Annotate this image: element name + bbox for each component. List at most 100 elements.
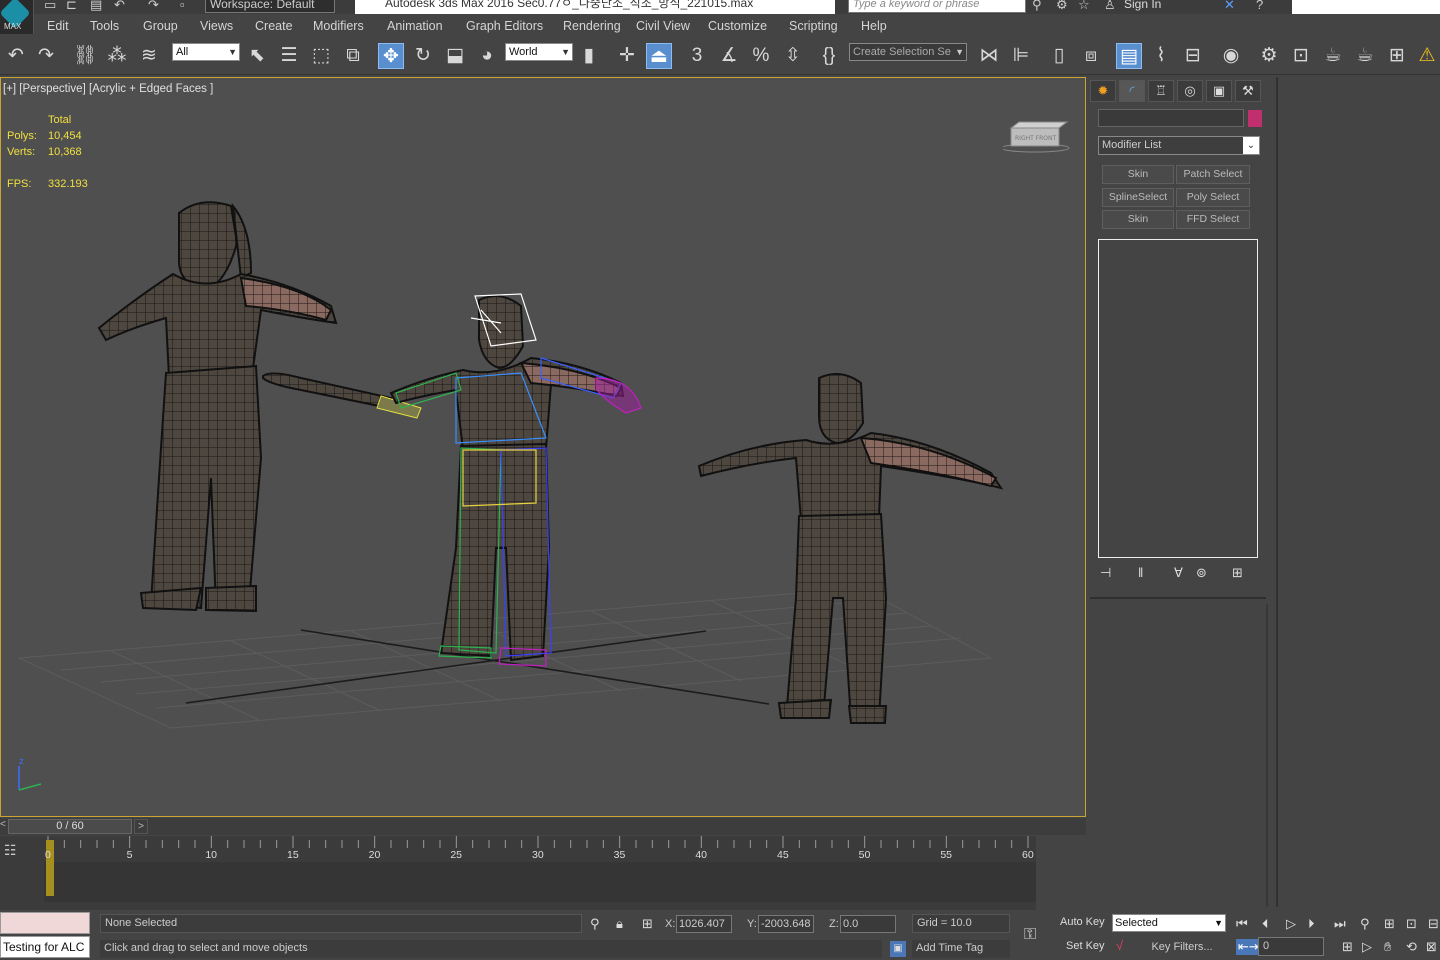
scene-explorer-icon[interactable]: ⧈	[1078, 43, 1104, 69]
undo-icon[interactable]: ↶	[3, 43, 29, 69]
zoom-extents-icon[interactable]: ⊡	[1406, 916, 1417, 932]
configure-modifier-sets-icon[interactable]: ⊞	[1232, 565, 1243, 581]
pivot-center-icon[interactable]: ▮	[576, 43, 602, 69]
open-file-icon[interactable]: ⊏	[66, 0, 77, 13]
keyword-search-input[interactable]: Type a keyword or phrase	[848, 0, 1026, 13]
search-binoculars-icon[interactable]: ⚲	[1032, 0, 1042, 13]
selection-lock-icon[interactable]: 🔒︎	[616, 916, 623, 932]
select-by-name-icon[interactable]: ☰	[276, 43, 302, 69]
make-unique-icon[interactable]: ∀	[1174, 565, 1183, 581]
material-editor-icon[interactable]: ◉	[1218, 43, 1244, 69]
menu-create[interactable]: Create	[255, 19, 293, 33]
user-icon[interactable]: ♙	[1104, 0, 1116, 13]
rect-selection-region-icon[interactable]: ⬚	[308, 43, 334, 69]
warning-icon[interactable]: ⚠	[1414, 43, 1440, 69]
app-menu-button[interactable]: MAX	[0, 0, 34, 34]
time-configuration-icon[interactable]: ⊞	[1342, 939, 1353, 955]
mini-curve-editor-icon[interactable]: ☷	[4, 842, 17, 859]
menu-scripting[interactable]: Scripting	[789, 19, 838, 33]
menu-modifiers[interactable]: Modifiers	[313, 19, 364, 33]
absolute-mode-icon[interactable]: ⊞	[642, 916, 653, 932]
auto-key-button[interactable]: Auto Key	[1060, 916, 1105, 928]
unlink-icon[interactable]: ⁂	[104, 43, 130, 69]
show-end-result-icon[interactable]: ‖	[1138, 565, 1143, 580]
project-folder-icon[interactable]: ▫	[180, 0, 185, 12]
add-time-tag-button[interactable]: Add Time Tag	[912, 940, 1010, 958]
bind-space-warp-icon[interactable]: ≋	[136, 43, 162, 69]
tab-hierarchy[interactable]: ♖	[1148, 80, 1174, 102]
track-bar[interactable]: ☷ 0 5 10 15 20 25 30 35 40 45 50 55 60	[0, 836, 1036, 910]
new-file-icon[interactable]: ▭	[44, 0, 56, 13]
default-in-out-tangent-icon[interactable]: √	[1116, 938, 1123, 953]
orbit-icon[interactable]: ⟲	[1406, 939, 1417, 955]
z-coord-field[interactable]: 0.0	[840, 915, 896, 933]
named-selection-dropdown[interactable]: Create Selection Se ▼	[849, 43, 967, 61]
modifier-stack-list[interactable]	[1098, 239, 1258, 558]
select-and-scale-icon[interactable]: ⬓	[442, 43, 468, 69]
window-crossing-icon[interactable]: ⧉	[340, 43, 366, 69]
ribbon-toggle-icon[interactable]: ▤	[1116, 43, 1142, 69]
render-setup-icon[interactable]: ⚙	[1256, 43, 1282, 69]
tab-modify[interactable]: ◜	[1119, 80, 1145, 102]
menu-edit[interactable]: Edit	[47, 19, 69, 33]
modifier-poly-select-button[interactable]: Poly Select	[1176, 188, 1250, 207]
tab-motion[interactable]: ◎	[1177, 80, 1203, 102]
pan-view-hand-icon[interactable]: ✋︎	[1384, 939, 1391, 955]
isolate-selection-icon[interactable]: ⚲	[590, 916, 600, 932]
adaptive-degradation-icon[interactable]: ▣	[890, 941, 906, 957]
time-slider[interactable]: < 0 / 60 >	[0, 818, 1086, 835]
maxscript-listener-output[interactable]: Testing for ALC	[0, 936, 90, 958]
angle-snap-icon[interactable]: ∡	[716, 43, 742, 69]
undo-quick-icon[interactable]: ↶	[114, 0, 125, 13]
field-of-view-icon[interactable]: ▷	[1362, 939, 1372, 955]
y-coord-field[interactable]: -2003.648	[758, 915, 814, 933]
percent-snap-icon[interactable]: %	[748, 43, 774, 69]
reference-coordinate-dropdown[interactable]: World ▼	[505, 43, 573, 61]
menu-tools[interactable]: Tools	[90, 19, 119, 33]
modifier-skin-button[interactable]: Skin	[1102, 165, 1174, 184]
sign-in-button[interactable]: Sign In	[1124, 0, 1161, 11]
exchange-icon[interactable]: ✕	[1224, 0, 1235, 13]
edit-named-selection-icon[interactable]: {}	[816, 43, 842, 69]
select-object-icon[interactable]: ⬉	[244, 43, 270, 69]
schematic-view-icon[interactable]: ⊟	[1180, 43, 1206, 69]
tab-display[interactable]: ▣	[1206, 80, 1232, 102]
set-key-button[interactable]: Set Key	[1066, 940, 1105, 952]
perspective-viewport[interactable]: [+] [Perspective] [Acrylic + Edged Faces…	[0, 77, 1086, 817]
layer-manager-icon[interactable]: ▯	[1046, 43, 1072, 69]
save-file-icon[interactable]: ▤	[90, 0, 102, 13]
redo-icon[interactable]: ↷	[33, 43, 59, 69]
mirror-icon[interactable]: ⋈	[976, 43, 1002, 69]
selection-filter-dropdown[interactable]: All ▼	[172, 43, 240, 61]
remove-modifier-icon[interactable]: ⊚	[1196, 565, 1207, 581]
time-prev-button[interactable]: <	[0, 819, 6, 830]
viewcube[interactable]: RIGHT FRONT	[1000, 118, 1070, 154]
select-and-move-icon[interactable]: ✥	[378, 43, 404, 69]
current-frame-field[interactable]: 0	[1258, 937, 1324, 956]
menu-graph-editors[interactable]: Graph Editors	[466, 19, 543, 33]
subscription-icon[interactable]: ⚙	[1056, 0, 1068, 13]
play-icon[interactable]: ▷	[1286, 916, 1296, 932]
menu-views[interactable]: Views	[200, 19, 233, 33]
curve-editor-icon[interactable]: ⌇	[1148, 43, 1174, 69]
zoom-icon[interactable]: ⚲	[1360, 916, 1370, 932]
select-manipulate-icon[interactable]: ✛	[614, 43, 640, 69]
redo-quick-icon[interactable]: ↷	[148, 0, 159, 13]
render-in-cloud-icon[interactable]: ⊞	[1384, 43, 1410, 69]
modifier-splineselect-button[interactable]: SplineSelect	[1102, 188, 1174, 207]
menu-customize[interactable]: Customize	[708, 19, 767, 33]
link-icon[interactable]: ⛓	[72, 43, 98, 69]
menu-animation[interactable]: Animation	[387, 19, 443, 33]
menu-civil-view[interactable]: Civil View	[636, 19, 690, 33]
render-production-icon[interactable]: ☕	[1320, 43, 1346, 69]
modifier-skin-button-2[interactable]: Skin	[1102, 210, 1174, 229]
rendered-frame-window-icon[interactable]: ⊡	[1288, 43, 1314, 69]
render-iterative-icon[interactable]: ☕	[1352, 43, 1378, 69]
maximize-viewport-icon[interactable]: ⊠	[1426, 939, 1437, 955]
object-name-field[interactable]	[1098, 109, 1244, 127]
snaps-toggle-icon[interactable]: 3	[684, 43, 710, 69]
menu-group[interactable]: Group	[143, 19, 178, 33]
object-color-swatch[interactable]	[1248, 110, 1262, 127]
time-slider-handle[interactable]: 0 / 60	[8, 819, 132, 834]
zoom-extents-all-icon[interactable]: ⊟	[1428, 916, 1439, 932]
